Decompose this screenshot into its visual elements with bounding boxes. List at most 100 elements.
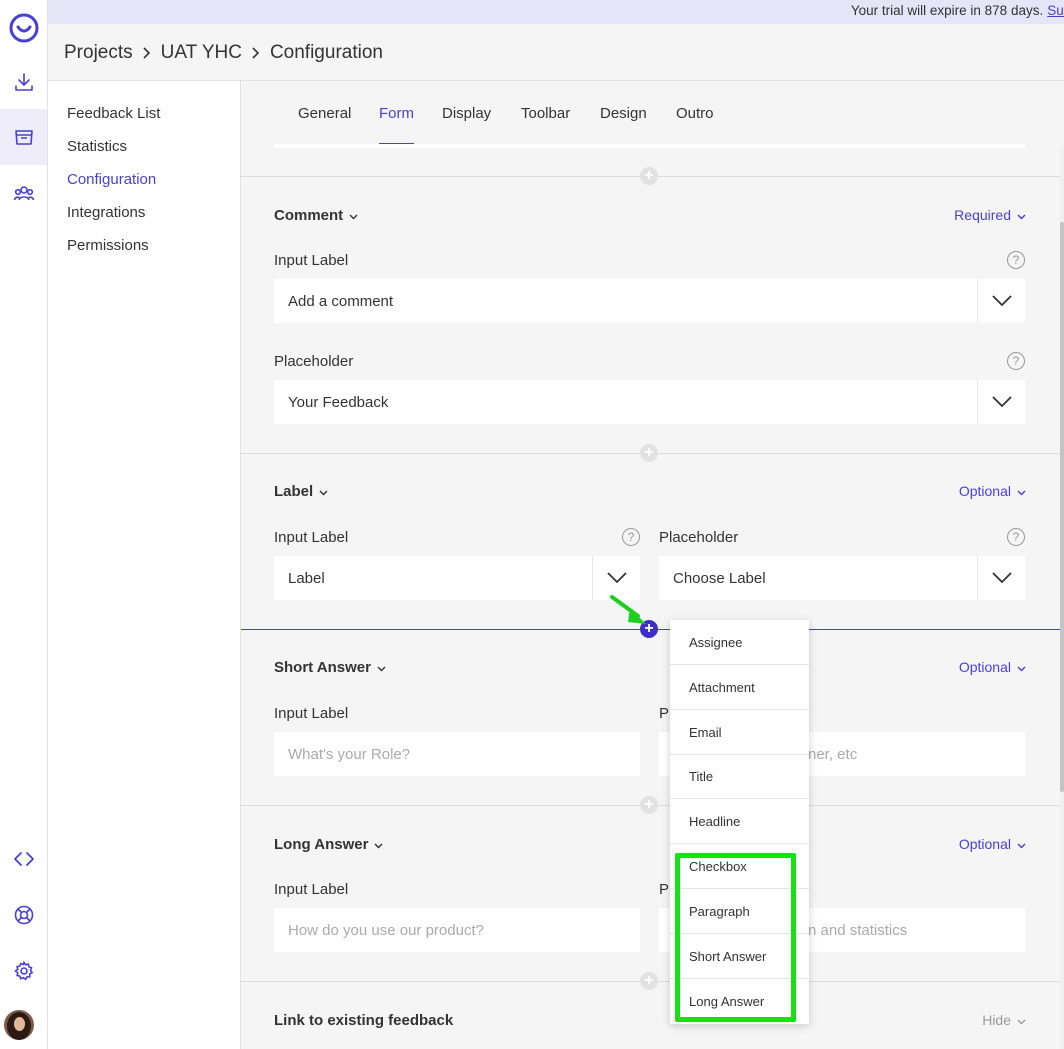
trial-text: Your trial will expire in 878 days. <box>850 3 1044 18</box>
project-nav: Feedback List Statistics Configuration I… <box>48 81 241 1049</box>
menu-item-checkbox[interactable]: Checkbox <box>670 844 809 889</box>
field-value: Add a comment <box>288 292 394 310</box>
download-icon[interactable] <box>0 54 47 110</box>
avatar[interactable] <box>4 1010 34 1040</box>
main-content: General Form Display Toolbar Design Outr… <box>241 81 1064 1049</box>
subscribe-link[interactable]: Subs <box>1047 3 1064 18</box>
label-input-label: Input Label <box>274 529 349 546</box>
comment-section-title[interactable]: Comment <box>274 207 358 224</box>
nav-statistics[interactable]: Statistics <box>67 138 127 155</box>
previous-field-edge <box>274 144 1025 148</box>
link-feedback-section-title[interactable]: Link to existing feedback <box>274 1012 453 1029</box>
menu-item-assignee[interactable]: Assignee <box>670 620 809 665</box>
field-value: Your Feedback <box>288 393 389 411</box>
menu-item-paragraph[interactable]: Paragraph <box>670 889 809 934</box>
requirement-text: Optional <box>958 836 1011 852</box>
gear-icon[interactable] <box>0 943 47 999</box>
tab-display[interactable]: Display <box>442 105 491 144</box>
short-answer-input-label: Input Label <box>274 705 349 722</box>
trial-banner: Your trial will expire in 878 days.Subs <box>48 0 1064 24</box>
short-answer-section-title[interactable]: Short Answer <box>274 659 386 676</box>
comment-title-text: Comment <box>274 207 344 224</box>
label-input-label-field[interactable]: Label <box>274 556 640 600</box>
long-answer-section-title[interactable]: Long Answer <box>274 836 383 853</box>
code-icon[interactable] <box>0 831 47 887</box>
label-section-title[interactable]: Label <box>274 483 328 500</box>
long-answer-input-field[interactable]: How do you use our product? <box>274 908 640 952</box>
inbox-icon[interactable] <box>0 109 47 165</box>
field-value: Label <box>288 569 325 587</box>
comment-input-label: Input Label <box>274 252 349 269</box>
nav-permissions[interactable]: Permissions <box>67 237 149 254</box>
chevron-down-icon <box>374 836 383 853</box>
chevron-right-icon <box>142 46 152 60</box>
chevron-down-icon <box>349 207 358 224</box>
help-circle-icon[interactable]: ? <box>1007 528 1025 546</box>
chevron-down-icon <box>1017 659 1026 675</box>
tab-form[interactable]: Form <box>379 105 414 144</box>
help-circle-icon[interactable]: ? <box>1007 352 1025 370</box>
field-placeholder: How do you use our product? <box>288 921 484 939</box>
chevron-down-icon <box>319 483 328 500</box>
menu-item-long-answer[interactable]: Long Answer <box>670 979 809 1024</box>
breadcrumb: Projects UAT YHC Configuration <box>64 42 383 64</box>
long-answer-placeholder-label: P <box>659 881 670 898</box>
field-placeholder: What's your Role? <box>288 745 411 763</box>
chevron-down-icon <box>1017 1012 1026 1028</box>
chevron-down-icon <box>1017 483 1026 499</box>
label-placeholder-label: Placeholder <box>659 529 739 546</box>
menu-item-attachment[interactable]: Attachment <box>670 665 809 710</box>
tab-design[interactable]: Design <box>600 105 647 144</box>
annotation-arrow-icon <box>610 595 646 624</box>
link-feedback-visibility-toggle[interactable]: Hide <box>982 1012 1026 1028</box>
label-title-text: Label <box>274 483 314 500</box>
tab-outro[interactable]: Outro <box>676 105 714 144</box>
logo-icon[interactable] <box>0 0 47 56</box>
breadcrumb-current: Configuration <box>269 42 383 63</box>
icon-rail <box>0 0 48 1049</box>
help-circle-icon[interactable]: ? <box>1007 251 1025 269</box>
users-icon[interactable] <box>0 165 47 221</box>
page-header: Projects UAT YHC Configuration <box>48 24 1064 81</box>
comment-input-label-field[interactable]: Add a comment <box>274 279 1025 323</box>
comment-requirement-toggle[interactable]: Required <box>954 207 1026 223</box>
tab-toolbar[interactable]: Toolbar <box>521 105 570 144</box>
add-field-plus-icon[interactable]: + <box>640 167 658 185</box>
chevron-down-icon[interactable] <box>977 556 1025 600</box>
short-answer-requirement-toggle[interactable]: Optional <box>959 659 1026 675</box>
menu-item-headline[interactable]: Headline <box>670 799 809 844</box>
label-requirement-toggle[interactable]: Optional <box>959 483 1026 499</box>
comment-placeholder-label: Placeholder <box>274 353 354 370</box>
add-field-menu: Assignee Attachment Email Title Headline… <box>670 620 809 1024</box>
nav-configuration[interactable]: Configuration <box>67 171 156 188</box>
long-answer-title-text: Long Answer <box>274 836 369 853</box>
chevron-right-icon <box>251 46 261 60</box>
chevron-down-icon[interactable] <box>977 279 1025 323</box>
add-field-plus-icon[interactable]: + <box>640 444 658 462</box>
menu-item-title[interactable]: Title <box>670 754 809 799</box>
scrollbar-thumb[interactable] <box>1060 222 1064 792</box>
label-placeholder-field[interactable]: Choose Label <box>659 556 1025 600</box>
lifebuoy-icon[interactable] <box>0 887 47 943</box>
short-answer-input-field[interactable]: What's your Role? <box>274 732 640 776</box>
nav-integrations[interactable]: Integrations <box>67 204 145 221</box>
config-tabs: General Form Display Toolbar Design Outr… <box>241 81 1064 144</box>
long-answer-input-label: Input Label <box>274 881 349 898</box>
chevron-down-icon[interactable] <box>977 380 1025 424</box>
breadcrumb-projects[interactable]: Projects <box>64 42 133 64</box>
add-field-plus-icon[interactable]: + <box>640 972 658 990</box>
requirement-text: Optional <box>958 483 1011 499</box>
long-answer-requirement-toggle[interactable]: Optional <box>959 836 1026 852</box>
requirement-text: Optional <box>958 659 1011 675</box>
breadcrumb-project[interactable]: UAT YHC <box>161 42 242 64</box>
short-answer-title-text: Short Answer <box>274 659 371 676</box>
add-field-plus-icon[interactable]: + <box>640 796 658 814</box>
nav-feedback-list[interactable]: Feedback List <box>67 105 160 122</box>
menu-item-short-answer[interactable]: Short Answer <box>670 934 809 979</box>
chevron-down-icon <box>1017 836 1026 852</box>
comment-placeholder-field[interactable]: Your Feedback <box>274 380 1025 424</box>
chevron-down-icon <box>377 659 386 676</box>
menu-item-email[interactable]: Email <box>670 710 809 755</box>
help-circle-icon[interactable]: ? <box>622 528 640 546</box>
tab-general[interactable]: General <box>298 105 351 144</box>
